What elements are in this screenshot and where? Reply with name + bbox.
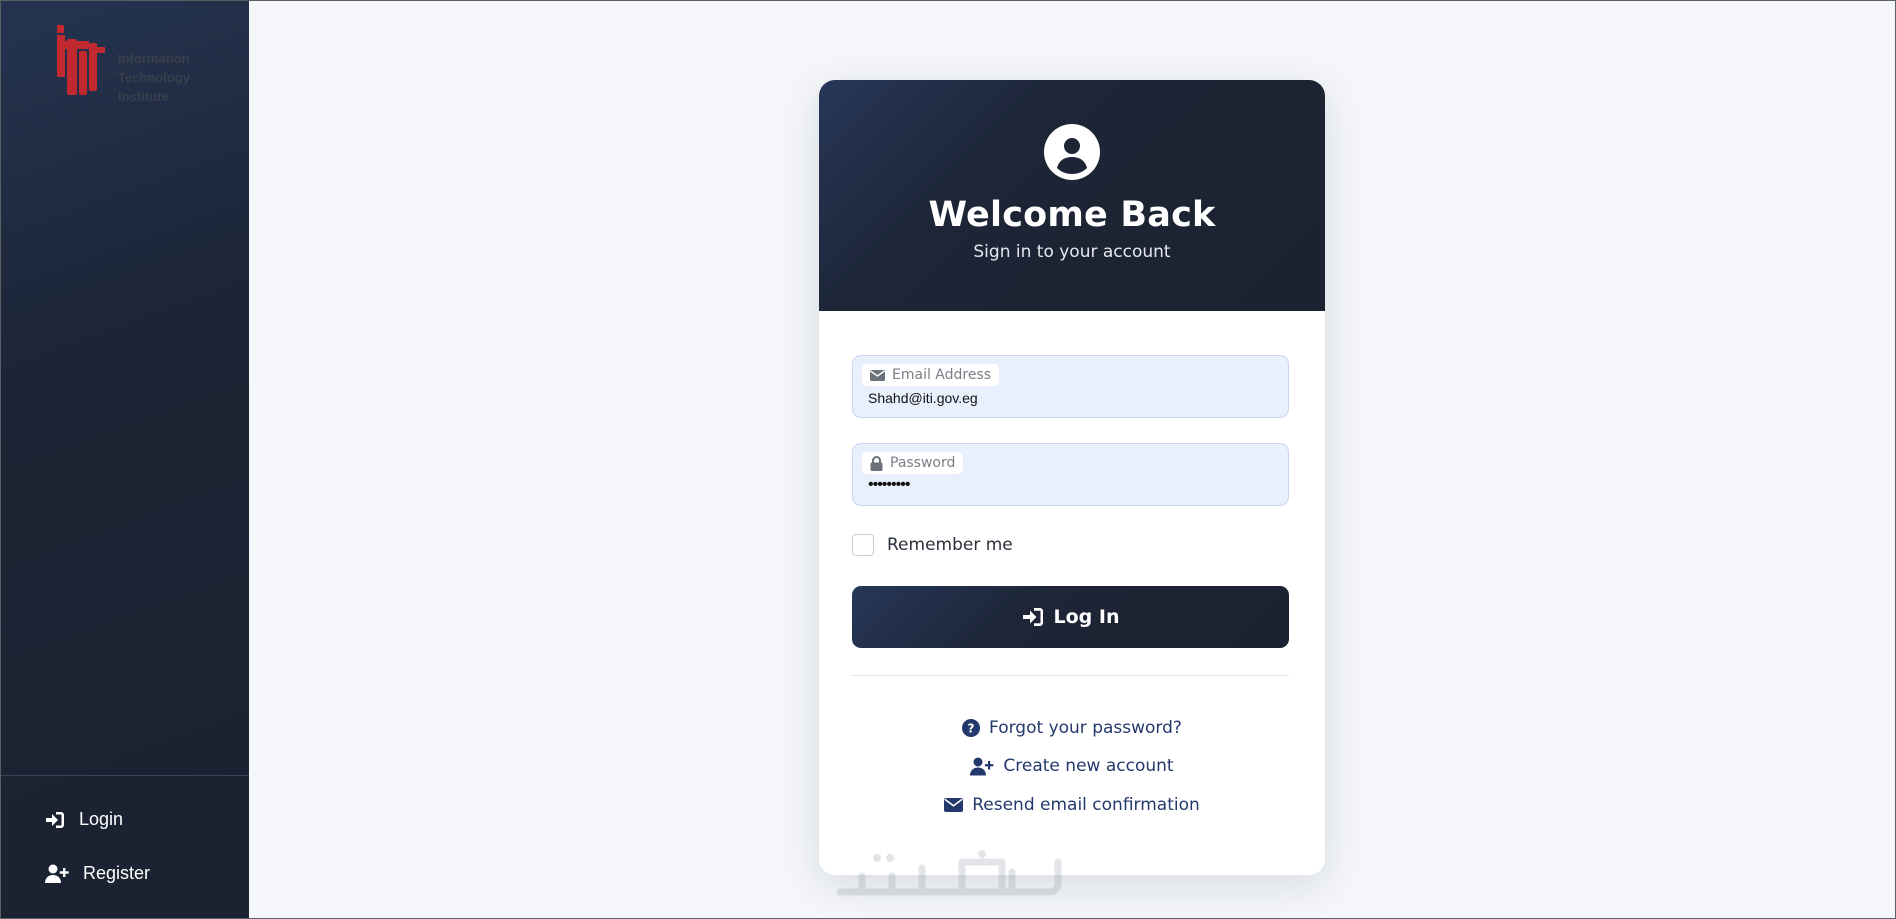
watermark-logo bbox=[836, 850, 1062, 896]
svg-text:?: ? bbox=[968, 722, 975, 736]
remember-me[interactable]: Remember me bbox=[852, 534, 1013, 556]
email-input[interactable]: Shahd@iti.gov.eg bbox=[868, 390, 978, 406]
forgot-password-link[interactable]: ? Forgot your password? bbox=[819, 718, 1325, 738]
email-label-text: Email Address bbox=[892, 367, 992, 383]
sidebar-item-register[interactable]: Register bbox=[45, 863, 150, 884]
sidebar-item-login[interactable]: Login bbox=[45, 809, 123, 830]
card-header: Welcome Back Sign in to your account bbox=[819, 80, 1325, 311]
user-plus-icon bbox=[970, 757, 994, 775]
logo-line-1: Information bbox=[118, 51, 190, 66]
sidebar-item-label: Login bbox=[79, 809, 124, 829]
question-circle-icon: ? bbox=[962, 719, 981, 737]
forgot-password-label: Forgot your password? bbox=[989, 718, 1182, 738]
sidebar-divider bbox=[1, 775, 249, 776]
user-circle-icon bbox=[1044, 124, 1100, 180]
page-title: Welcome Back bbox=[928, 195, 1216, 235]
logo-line-3: Institute bbox=[118, 89, 169, 104]
resend-confirmation-link[interactable]: Resend email confirmation bbox=[819, 795, 1325, 815]
lock-icon bbox=[870, 455, 883, 471]
password-field-label: Password bbox=[862, 452, 964, 474]
password-label-text: Password bbox=[890, 455, 956, 471]
sign-in-icon bbox=[46, 811, 64, 828]
remember-me-checkbox[interactable] bbox=[852, 534, 874, 556]
create-account-label: Create new account bbox=[1003, 756, 1174, 776]
user-plus-icon bbox=[45, 864, 69, 883]
email-field-label: Email Address bbox=[862, 364, 1000, 386]
resend-confirmation-label: Resend email confirmation bbox=[972, 795, 1200, 815]
page-subtitle: Sign in to your account bbox=[973, 242, 1171, 262]
sidebar: Information Technology Institute Login R… bbox=[1, 1, 249, 918]
envelope-icon bbox=[870, 369, 885, 381]
sign-in-icon bbox=[1022, 608, 1043, 626]
password-input[interactable]: ••••••••• bbox=[868, 476, 910, 494]
remember-me-label: Remember me bbox=[887, 535, 1013, 555]
logo-line-2: Technology bbox=[118, 70, 190, 85]
password-field[interactable]: Password ••••••••• bbox=[852, 443, 1289, 506]
card-divider bbox=[852, 675, 1289, 676]
sidebar-item-label: Register bbox=[83, 863, 151, 883]
logo-text: Information Technology Institute bbox=[118, 49, 190, 106]
envelope-icon bbox=[944, 798, 964, 812]
email-field[interactable]: Email Address Shahd@iti.gov.eg bbox=[852, 355, 1289, 418]
login-card: Welcome Back Sign in to your account Ema… bbox=[819, 80, 1325, 875]
create-account-link[interactable]: Create new account bbox=[819, 756, 1325, 776]
login-button[interactable]: Log In bbox=[852, 586, 1289, 648]
login-button-label: Log In bbox=[1053, 606, 1120, 628]
